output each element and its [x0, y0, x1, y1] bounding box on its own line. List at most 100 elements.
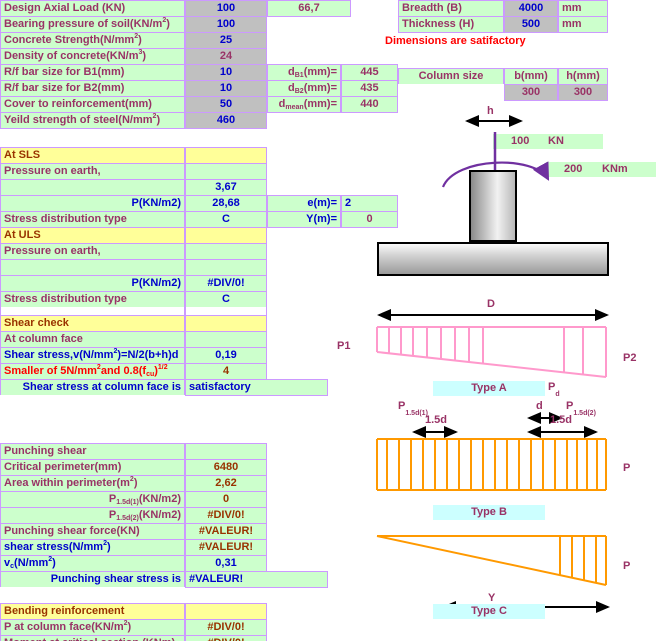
- diagram-1.5d-right-label: 1.5d: [550, 414, 573, 426]
- cell-dmean-value[interactable]: 440: [341, 96, 398, 113]
- cell-sls-pressure-label: Pressure on earth,: [0, 163, 185, 180]
- cell-density-concrete-label[interactable]: Density of concrete(KN/m 3): [0, 48, 185, 65]
- cell-thickness-label[interactable]: Thickness (H): [398, 16, 504, 33]
- cell-p-at-column-face-value[interactable]: #DIV/0!: [185, 619, 267, 636]
- cell-smaller-of-label: Smaller of 5N/mm 2 and 0.8(f cu) 1/2: [0, 363, 185, 380]
- cell-spacer-left-4: [0, 427, 185, 444]
- section-bending-title-spacer: [185, 603, 267, 620]
- cell-uls-pressure-label: Pressure on earth,: [0, 243, 185, 260]
- cell-spacer-left-5: [0, 587, 185, 604]
- cell-concrete-strength-label[interactable]: Concrete Strength(N/mm 2): [0, 32, 185, 49]
- cell-column-h-header: h(mm): [558, 68, 608, 85]
- cell-punching-stress-value[interactable]: #VALEUR!: [185, 539, 267, 556]
- cell-db2-label[interactable]: d B2 (mm)=: [267, 80, 341, 97]
- cell-moment-critical-value[interactable]: #DIV/0!: [185, 635, 267, 641]
- label-text: P at column face(KN/m: [4, 621, 124, 633]
- cell-db2-value[interactable]: 435: [341, 80, 398, 97]
- cell-vc-label: v c (N/mm 2): [0, 555, 185, 572]
- cell-spacer-left-2: [0, 395, 185, 412]
- label-text: P: [108, 509, 117, 521]
- cell-shear-result-label: Shear stress at column face is: [0, 379, 185, 396]
- cell-area-within-perimeter-value[interactable]: 2,62: [185, 475, 267, 492]
- type-b-label-box: Type B: [433, 505, 545, 520]
- cell-rf-bar-b2-label[interactable]: R/f bar size for B2(mm): [0, 80, 185, 97]
- cell-sls-pressure-blank: [185, 163, 267, 180]
- section-at-sls-title-spacer: [185, 147, 267, 164]
- label-sup: 2: [48, 556, 53, 563]
- cell-db1-value[interactable]: 445: [341, 64, 398, 81]
- label-sup: 2: [129, 476, 134, 483]
- cell-e-value[interactable]: 2: [341, 195, 398, 212]
- cell-sls-p-value[interactable]: 28,68: [185, 195, 267, 212]
- cell-bearing-pressure-value[interactable]: 100: [185, 16, 267, 33]
- label-sup: 2: [152, 113, 157, 120]
- type-a-label-box: Type A: [433, 381, 545, 396]
- type-b-pressure-diagram: [376, 438, 607, 491]
- cell-dmean-label[interactable]: d mean (mm)=: [267, 96, 341, 113]
- cell-sls-stress-type-value[interactable]: C: [185, 211, 267, 228]
- column-block: [469, 170, 517, 242]
- cell-yield-strength-label[interactable]: Yeild strength of steel(N/mm 2): [0, 112, 185, 129]
- cell-uls-p-value[interactable]: #DIV/0!: [185, 275, 267, 292]
- label-tail: (mm)=: [303, 66, 337, 78]
- cell-breadth-label[interactable]: Breadth (B): [398, 0, 504, 17]
- label-sup: 2: [113, 348, 118, 355]
- cell-column-h-value[interactable]: 300: [558, 84, 608, 101]
- label-sup: 2: [162, 17, 167, 24]
- label-sup: 2: [134, 33, 139, 40]
- section-punching-shear-title-spacer: [185, 443, 267, 460]
- label-text: Area within perimeter(m: [4, 477, 130, 489]
- label-post: ): [133, 477, 138, 489]
- cell-density-concrete-value[interactable]: 24: [185, 48, 267, 65]
- label-sup: 2: [96, 364, 101, 371]
- cell-p15d2-value[interactable]: #DIV/0!: [185, 507, 267, 524]
- cell-rf-bar-b2-value[interactable]: 10: [185, 80, 267, 97]
- section-at-sls-title: At SLS: [0, 147, 185, 164]
- cell-y-value[interactable]: 0: [341, 211, 398, 228]
- cell-uls-p-label: P(KN/m2): [0, 275, 185, 292]
- cell-design-axial-load-extra[interactable]: 66,7: [267, 0, 351, 17]
- label-sup: 2: [123, 620, 128, 627]
- cell-smaller-of-value[interactable]: 4: [185, 363, 267, 380]
- cell-concrete-strength-value[interactable]: 25: [185, 32, 267, 49]
- cell-yield-strength-value[interactable]: 460: [185, 112, 267, 129]
- label-text: Density of concrete(KN/m: [4, 50, 139, 62]
- diagram-P2-label: P2: [623, 352, 637, 364]
- h-dimension-arrow: [465, 115, 523, 127]
- cell-breadth-value[interactable]: 4000: [504, 0, 558, 17]
- label-text: d: [288, 66, 295, 78]
- footing-block: [377, 242, 609, 276]
- cell-bearing-pressure-label[interactable]: Bearing pressure of soil(KN/m 2): [0, 16, 185, 33]
- cell-vc-value[interactable]: 0,31: [185, 555, 267, 572]
- label-text: Cover to reinforcement(mm): [4, 98, 152, 110]
- cell-shear-stress-value[interactable]: 0,19: [185, 347, 267, 364]
- cell-db1-label[interactable]: d B1 (mm)=: [267, 64, 341, 81]
- cell-sls-pressure-sub-value[interactable]: 3,67: [185, 179, 267, 196]
- cell-punching-force-value[interactable]: #VALEUR!: [185, 523, 267, 540]
- cell-uls-stress-type-value[interactable]: C: [185, 291, 267, 308]
- cell-design-axial-load-label[interactable]: Design Axial Load (KN): [0, 0, 185, 17]
- cell-critical-perimeter-label: Critical perimeter(mm): [0, 459, 185, 476]
- cell-punching-force-label: Punching shear force(KN): [0, 523, 185, 540]
- cell-sls-stress-type-label: Stress distribution type: [0, 211, 185, 228]
- moment-value: 200: [564, 163, 583, 175]
- label-sub: d: [555, 391, 560, 399]
- cell-design-axial-load-value[interactable]: 100: [185, 0, 267, 17]
- cell-shear-stress-formula-label: Shear stress,v(N/mm 2)=N/2(b+h)d: [0, 347, 185, 364]
- cell-p15d1-value[interactable]: 0: [185, 491, 267, 508]
- cell-rf-bar-b1-value[interactable]: 10: [185, 64, 267, 81]
- cell-uls-pressure-sub-value[interactable]: [185, 259, 267, 276]
- cell-thickness-value[interactable]: 500: [504, 16, 558, 33]
- label-text: Shear stress,v(N/mm: [4, 349, 114, 361]
- cell-column-size-blank: [398, 84, 504, 101]
- cell-uls-blank-label: [0, 259, 185, 276]
- cell-column-b-value[interactable]: 300: [504, 84, 558, 101]
- cell-cover-label[interactable]: Cover to reinforcement(mm): [0, 96, 185, 113]
- cell-rf-bar-b1-label[interactable]: R/f bar size for B1(mm): [0, 64, 185, 81]
- moment-unit: KNm: [602, 163, 628, 175]
- cell-area-within-perimeter-label: Area within perimeter(m 2): [0, 475, 185, 492]
- label-text: Smaller of 5N/mm: [4, 365, 97, 377]
- diagram-P15d2-label: P1.5d(2): [566, 400, 596, 417]
- cell-cover-value[interactable]: 50: [185, 96, 267, 113]
- cell-critical-perimeter-value[interactable]: 6480: [185, 459, 267, 476]
